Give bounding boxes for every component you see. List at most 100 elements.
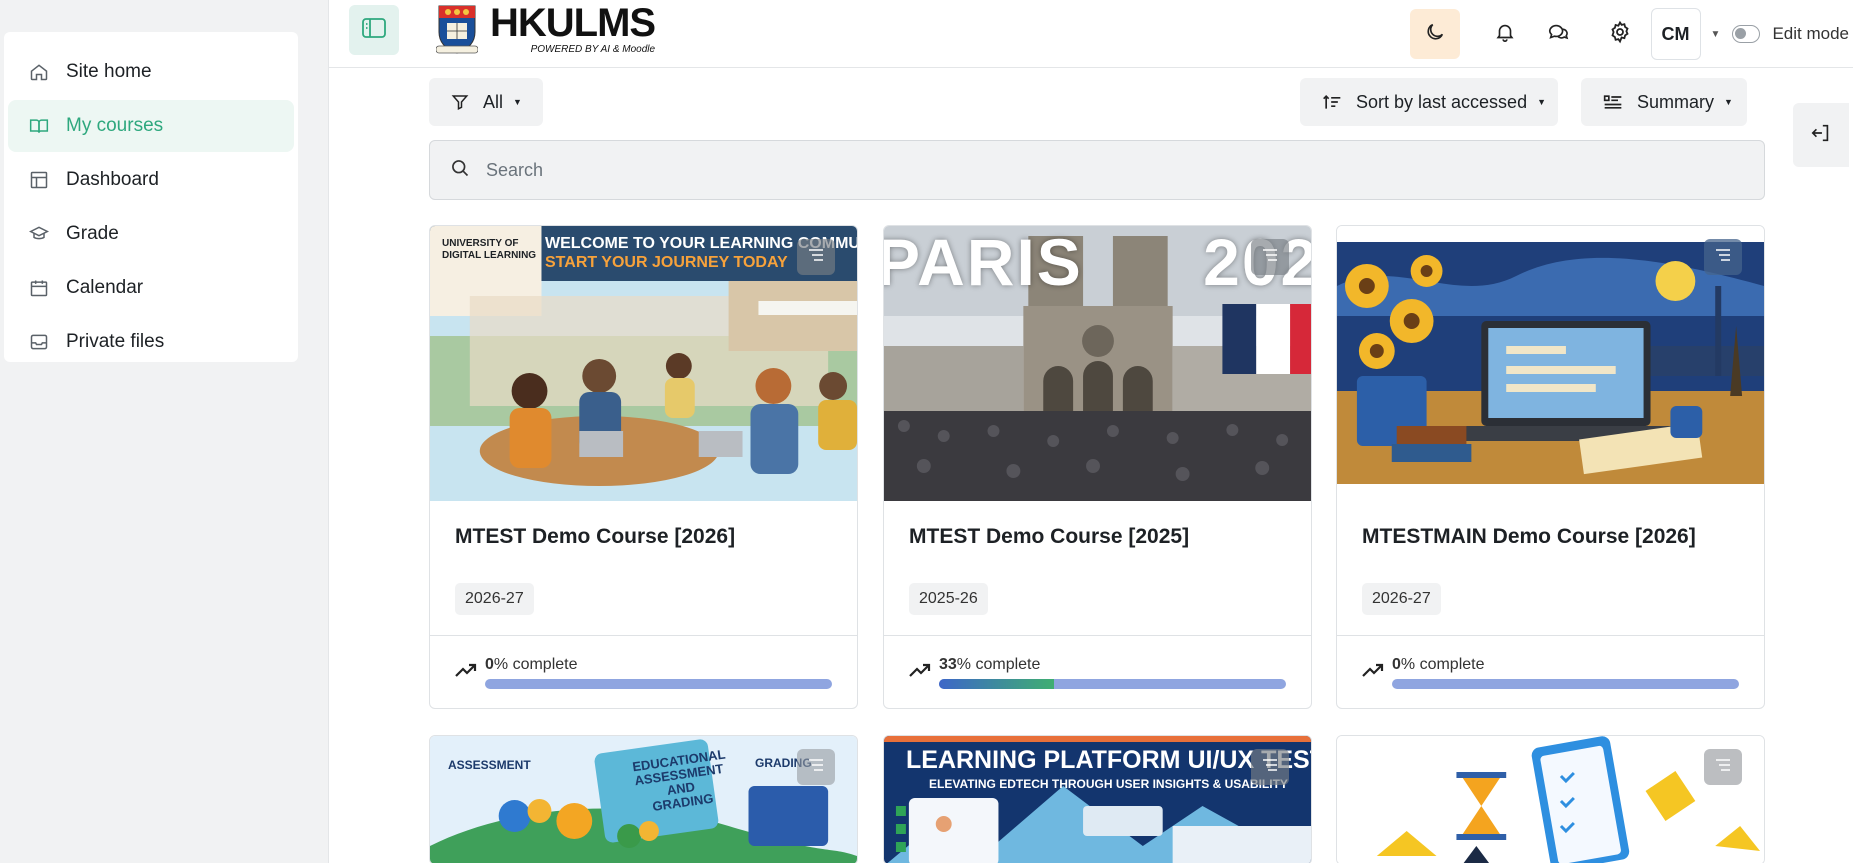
menu-icon <box>1715 248 1731 267</box>
course-card[interactable]: MTESTMAIN Demo Course [2026] 2026-27 0% … <box>1336 225 1765 709</box>
sort-label: Sort by last accessed <box>1356 91 1528 112</box>
block-drawer-icon <box>1810 121 1832 150</box>
course-image[interactable] <box>1337 736 1764 863</box>
course-term-badge: 2026-27 <box>455 583 534 615</box>
sort-icon <box>1322 93 1342 111</box>
menu-icon <box>808 758 824 777</box>
image-subtext: ASSESSMENT <box>448 758 531 772</box>
drawer-toggle-button[interactable] <box>349 5 399 55</box>
menu-icon <box>808 248 824 267</box>
nav-item-my-courses[interactable]: My courses <box>8 100 294 152</box>
inbox-icon <box>28 331 50 353</box>
sidebar-toggle-icon <box>362 17 386 43</box>
nav-label: Grade <box>66 223 119 244</box>
notifications-button[interactable] <box>1480 9 1530 59</box>
course-image[interactable]: LEARNING PLATFORM UI/UX TESTING ELEVATIN… <box>884 736 1311 863</box>
course-title[interactable]: MTESTMAIN Demo Course [2026] <box>1362 525 1739 549</box>
course-card[interactable]: LEARNING PLATFORM UI/UX TESTING ELEVATIN… <box>883 735 1312 863</box>
course-card[interactable] <box>1336 735 1765 863</box>
course-title[interactable]: MTEST Demo Course [2026] <box>455 525 832 549</box>
course-image[interactable]: PARIS 2025 <box>884 226 1311 501</box>
nav-label: Site home <box>66 61 152 82</box>
open-block-drawer-button[interactable] <box>1793 103 1849 167</box>
nav-label: Calendar <box>66 277 144 298</box>
edit-mode-toggle[interactable] <box>1732 25 1761 43</box>
gear-icon <box>1608 20 1632 49</box>
brand-name: HKULMS <box>490 1 656 45</box>
course-image[interactable] <box>1337 226 1764 501</box>
progress-bar <box>485 678 832 689</box>
course-card[interactable]: WELCOME TO YOUR LEARNING COMMUNI START Y… <box>429 225 858 709</box>
filter-label: All <box>483 91 504 112</box>
course-progress: 0% complete <box>1337 636 1764 708</box>
course-card[interactable]: EDUCATIONAL ASSESSMENT AND GRADING ASSES… <box>429 735 858 863</box>
nav-label: Private files <box>66 331 165 352</box>
nav-item-dashboard[interactable]: Dashboard <box>8 154 294 206</box>
course-actions-button[interactable] <box>797 239 835 275</box>
chevron-down-icon: ▼ <box>513 97 522 107</box>
filter-icon <box>451 93 469 111</box>
bell-icon <box>1494 21 1516 48</box>
nav-item-site-home[interactable]: Site home <box>8 46 294 98</box>
course-search <box>429 140 1765 200</box>
course-term-badge: 2025-26 <box>909 583 988 615</box>
user-avatar[interactable]: CM <box>1650 8 1701 60</box>
image-logo-text: UNIVERSITY OF DIGITAL LEARNING <box>442 238 537 261</box>
graduation-cap-icon <box>28 223 50 245</box>
sort-dropdown[interactable]: Sort by last accessed ▼ <box>1300 78 1558 126</box>
trend-up-icon <box>909 662 931 683</box>
menu-icon <box>1262 758 1278 777</box>
dark-mode-button[interactable] <box>1409 9 1460 59</box>
search-icon <box>450 158 470 183</box>
trend-up-icon <box>455 662 477 683</box>
primary-navigation: Site home My courses Dashboard Grade Cal… <box>4 32 298 362</box>
dashboard-icon <box>28 169 50 191</box>
image-subtext: ELEVATING EDTECH THROUGH USER INSIGHTS &… <box>929 777 1288 791</box>
chevron-down-icon: ▼ <box>1537 97 1547 107</box>
course-progress: 33% complete <box>884 636 1311 708</box>
progress-text: 0% complete <box>1392 655 1485 673</box>
nav-label: Dashboard <box>66 169 159 190</box>
menu-icon <box>1715 758 1731 777</box>
calendar-icon <box>28 277 50 299</box>
course-actions-button[interactable] <box>1704 239 1742 275</box>
progress-bar <box>939 678 1286 689</box>
course-title[interactable]: MTEST Demo Course [2025] <box>909 525 1286 549</box>
edit-mode-label: Edit mode <box>1772 24 1849 43</box>
home-icon <box>28 61 50 83</box>
course-term-badge: 2026-27 <box>1362 583 1441 615</box>
search-input[interactable] <box>486 159 1686 181</box>
site-logo[interactable]: HKULMS POWERED BY AI & Moodle <box>436 1 656 55</box>
university-crest-icon <box>436 5 478 54</box>
course-card[interactable]: PARIS 2025 MTEST Demo Course [2025] 2025… <box>883 225 1312 709</box>
course-actions-button[interactable] <box>1251 749 1289 785</box>
nav-item-private-files[interactable]: Private files <box>8 316 294 368</box>
nav-label: My courses <box>66 115 164 136</box>
left-drawer-area: Site home My courses Dashboard Grade Cal… <box>0 0 329 863</box>
filter-dropdown[interactable]: All ▼ <box>429 78 543 126</box>
progress-text: 0% complete <box>485 655 578 673</box>
nav-item-calendar[interactable]: Calendar <box>8 262 294 314</box>
progress-bar <box>1392 678 1739 689</box>
course-actions-button[interactable] <box>1704 749 1742 785</box>
view-dropdown[interactable]: Summary ▼ <box>1581 78 1747 126</box>
course-actions-button[interactable] <box>1251 239 1289 275</box>
chevron-down-icon: ▼ <box>1724 97 1733 107</box>
course-image[interactable]: EDUCATIONAL ASSESSMENT AND GRADING ASSES… <box>430 736 857 863</box>
view-label: Summary <box>1637 91 1715 112</box>
top-navbar: HKULMS POWERED BY AI & Moodle CM ▼ Edit … <box>329 0 1853 68</box>
messages-button[interactable] <box>1533 9 1583 59</box>
chat-icon <box>1546 21 1570 48</box>
trend-up-icon <box>1362 662 1384 683</box>
course-image[interactable]: WELCOME TO YOUR LEARNING COMMUNI START Y… <box>430 226 857 501</box>
book-icon <box>28 115 50 137</box>
nav-item-grade[interactable]: Grade <box>8 208 294 260</box>
image-title-text: PARIS 2025 <box>884 226 1311 299</box>
course-actions-button[interactable] <box>797 749 835 785</box>
progress-text: 33% complete <box>939 655 1041 673</box>
user-menu-caret-icon[interactable]: ▼ <box>1711 29 1721 40</box>
course-progress: 0% complete <box>430 636 857 708</box>
settings-button[interactable] <box>1595 9 1645 59</box>
moon-icon <box>1424 21 1446 48</box>
menu-icon <box>1262 248 1278 267</box>
